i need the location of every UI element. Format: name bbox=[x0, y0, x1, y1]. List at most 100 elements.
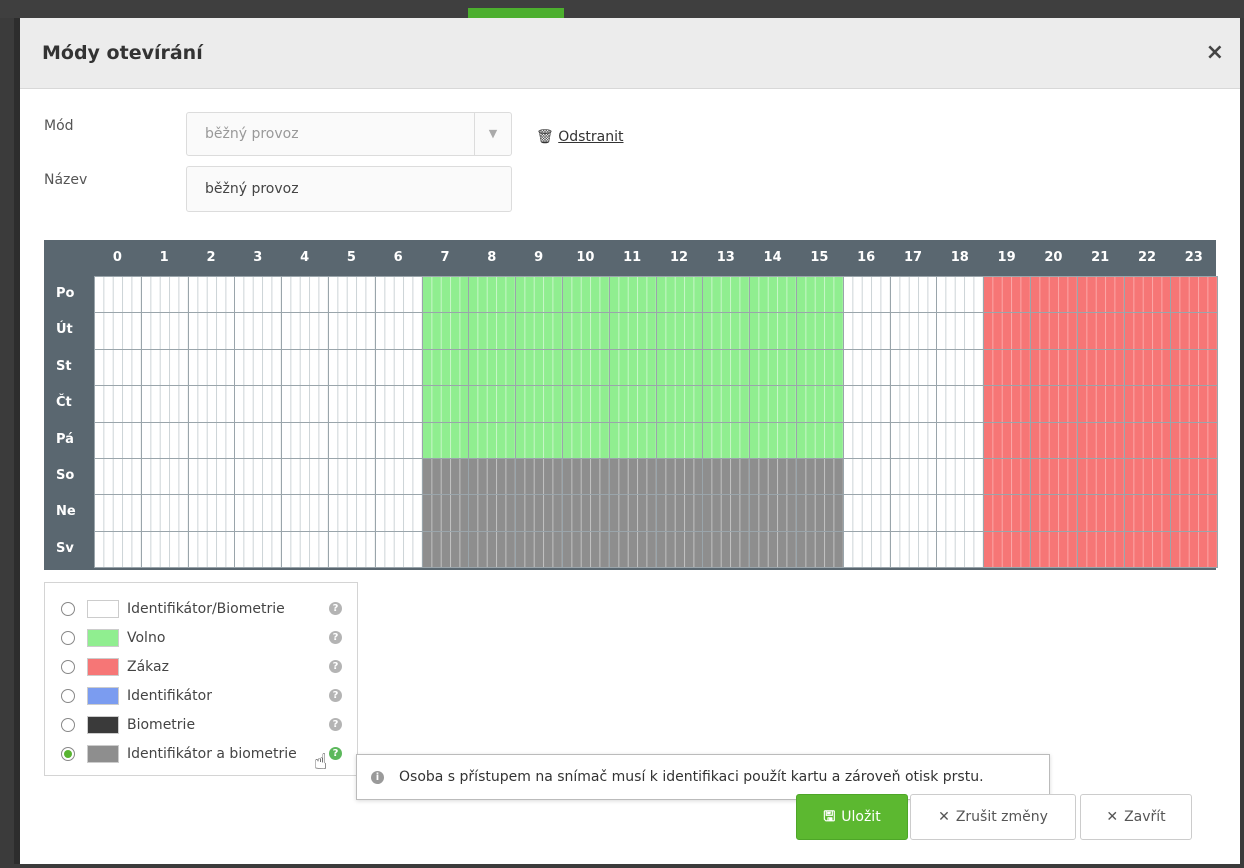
schedule-cell[interactable] bbox=[328, 458, 376, 496]
schedule-cell[interactable] bbox=[796, 530, 844, 569]
schedule-cell[interactable] bbox=[1030, 458, 1078, 496]
schedule-cell[interactable] bbox=[796, 276, 844, 314]
schedule-cell[interactable] bbox=[94, 312, 142, 350]
schedule-cell[interactable] bbox=[842, 348, 891, 387]
schedule-cell[interactable] bbox=[983, 348, 1031, 387]
schedule-cell[interactable] bbox=[374, 348, 423, 387]
schedule-cell[interactable] bbox=[562, 276, 610, 314]
schedule-cell[interactable] bbox=[187, 494, 236, 532]
schedule-cell[interactable] bbox=[749, 312, 797, 350]
schedule-cell[interactable] bbox=[421, 348, 470, 387]
schedule-cell[interactable] bbox=[1030, 385, 1078, 423]
schedule-cell[interactable] bbox=[1123, 494, 1172, 532]
schedule-cell[interactable] bbox=[655, 458, 704, 496]
schedule-cell[interactable] bbox=[140, 348, 189, 387]
schedule-cell[interactable] bbox=[936, 276, 985, 314]
remove-link[interactable]: 🗑 Odstranit bbox=[536, 129, 624, 145]
schedule-cell[interactable] bbox=[234, 458, 283, 496]
schedule-cell[interactable] bbox=[328, 494, 376, 532]
help-icon[interactable]: ? bbox=[329, 631, 342, 644]
schedule-cell[interactable] bbox=[889, 421, 938, 459]
schedule-cell[interactable] bbox=[1170, 276, 1219, 314]
schedule-cell[interactable] bbox=[328, 348, 376, 387]
schedule-cell[interactable] bbox=[702, 494, 751, 532]
schedule-cell[interactable] bbox=[702, 348, 751, 387]
save-button[interactable]: 🖫 Uložit bbox=[796, 794, 908, 840]
schedule-cell[interactable] bbox=[842, 385, 891, 423]
mode-radio[interactable] bbox=[61, 689, 75, 703]
schedule-cell[interactable] bbox=[515, 458, 563, 496]
schedule-cell[interactable] bbox=[983, 421, 1031, 459]
schedule-cell[interactable] bbox=[983, 458, 1031, 496]
schedule-cell[interactable] bbox=[374, 312, 423, 350]
schedule-cell[interactable] bbox=[187, 458, 236, 496]
schedule-cell[interactable] bbox=[749, 348, 797, 387]
schedule-cell[interactable] bbox=[328, 421, 376, 459]
schedule-cell[interactable] bbox=[1076, 348, 1125, 387]
schedule-cell[interactable] bbox=[1030, 421, 1078, 459]
schedule-cell[interactable] bbox=[234, 348, 283, 387]
schedule-cell[interactable] bbox=[608, 494, 657, 532]
schedule-cell[interactable] bbox=[608, 348, 657, 387]
mode-radio[interactable] bbox=[61, 660, 75, 674]
schedule-cell[interactable] bbox=[702, 312, 751, 350]
schedule-cell[interactable] bbox=[655, 494, 704, 532]
schedule-cell[interactable] bbox=[374, 494, 423, 532]
schedule-cell[interactable] bbox=[374, 385, 423, 423]
help-icon[interactable]: ? bbox=[329, 689, 342, 702]
schedule-cell[interactable] bbox=[936, 494, 985, 532]
schedule-cell[interactable] bbox=[281, 494, 329, 532]
schedule-cell[interactable] bbox=[374, 530, 423, 569]
schedule-cell[interactable] bbox=[281, 312, 329, 350]
schedule-cell[interactable] bbox=[1123, 348, 1172, 387]
schedule-cell[interactable] bbox=[655, 312, 704, 350]
help-icon[interactable]: ? bbox=[329, 602, 342, 615]
schedule-cell[interactable] bbox=[608, 530, 657, 569]
schedule-cell[interactable] bbox=[608, 421, 657, 459]
schedule-cell[interactable] bbox=[140, 276, 189, 314]
schedule-cell[interactable] bbox=[234, 312, 283, 350]
legend-item[interactable]: Identifikátor a biometrie? bbox=[45, 742, 357, 768]
schedule-cell[interactable] bbox=[1123, 421, 1172, 459]
schedule-cell[interactable] bbox=[281, 276, 329, 314]
close-icon[interactable]: × bbox=[1206, 40, 1224, 65]
schedule-cell[interactable] bbox=[468, 458, 517, 496]
schedule-cell[interactable] bbox=[1170, 385, 1219, 423]
schedule-cell[interactable] bbox=[796, 421, 844, 459]
schedule-cell[interactable] bbox=[936, 530, 985, 569]
schedule-cell[interactable] bbox=[187, 421, 236, 459]
schedule-cell[interactable] bbox=[421, 385, 470, 423]
schedule-cell[interactable] bbox=[608, 458, 657, 496]
schedule-cell[interactable] bbox=[1076, 494, 1125, 532]
schedule-cell[interactable] bbox=[796, 385, 844, 423]
chevron-down-icon[interactable]: ▼ bbox=[474, 113, 511, 155]
schedule-cell[interactable] bbox=[796, 348, 844, 387]
schedule-cell[interactable] bbox=[515, 421, 563, 459]
schedule-cell[interactable] bbox=[234, 276, 283, 314]
schedule-cell[interactable] bbox=[1076, 421, 1125, 459]
schedule-cell[interactable] bbox=[421, 276, 470, 314]
schedule-cell[interactable] bbox=[187, 348, 236, 387]
schedule-cell[interactable] bbox=[562, 348, 610, 387]
schedule-cell[interactable] bbox=[281, 385, 329, 423]
schedule-cell[interactable] bbox=[187, 276, 236, 314]
help-icon[interactable]: ? bbox=[329, 747, 342, 760]
schedule-cell[interactable] bbox=[983, 276, 1031, 314]
schedule-cell[interactable] bbox=[94, 458, 142, 496]
schedule-cell[interactable] bbox=[842, 312, 891, 350]
schedule-cell[interactable] bbox=[749, 494, 797, 532]
schedule-cell[interactable] bbox=[1170, 458, 1219, 496]
schedule-cell[interactable] bbox=[936, 421, 985, 459]
schedule-cell[interactable] bbox=[983, 385, 1031, 423]
schedule-cell[interactable] bbox=[889, 385, 938, 423]
schedule-cell[interactable] bbox=[889, 312, 938, 350]
schedule-cell[interactable] bbox=[187, 385, 236, 423]
schedule-cell[interactable] bbox=[1170, 312, 1219, 350]
schedule-cell[interactable] bbox=[936, 348, 985, 387]
schedule-cell[interactable] bbox=[187, 312, 236, 350]
schedule-cell[interactable] bbox=[655, 276, 704, 314]
schedule-cell[interactable] bbox=[796, 458, 844, 496]
schedule-cell[interactable] bbox=[749, 458, 797, 496]
name-input[interactable] bbox=[186, 166, 512, 212]
schedule-cell[interactable] bbox=[468, 530, 517, 569]
